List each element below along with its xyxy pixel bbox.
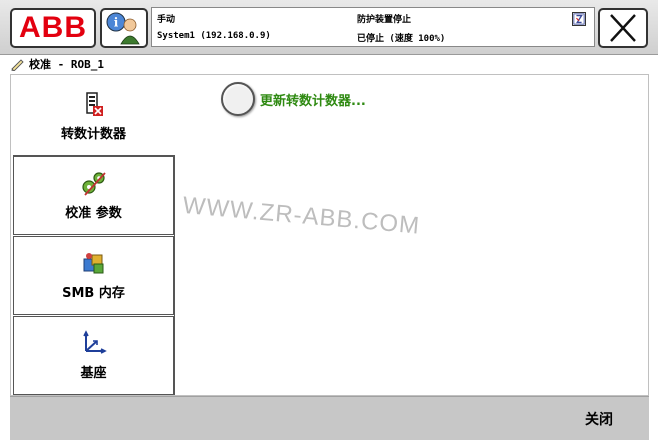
nav-label: 基座 xyxy=(80,366,107,381)
window-title-bar: 校准 - ROB_1 xyxy=(10,55,650,72)
status-panel[interactable]: 手动 System1 (192.168.0.9) 防护装置停止 已停止 (速度 … xyxy=(151,7,595,47)
abb-logo: ABB xyxy=(19,11,87,44)
nav-item-base[interactable]: 基座 xyxy=(13,316,174,395)
bottom-command-bar: 关闭 xyxy=(10,396,649,440)
calibration-gears-icon xyxy=(81,172,106,196)
system-name: System1 (192.168.0.9) xyxy=(157,31,271,41)
nav-divider xyxy=(174,155,175,395)
nav-item-calibration-parameters[interactable]: 校准 参数 xyxy=(13,156,174,235)
user-info-icon: i xyxy=(106,12,140,45)
nav-item-revolution-counters[interactable]: 转数计数器 xyxy=(13,77,174,156)
nav-label: 转数计数器 xyxy=(60,126,126,142)
window-title: 校准 - ROB_1 xyxy=(29,57,104,71)
quickset-info-button[interactable]: i xyxy=(100,8,148,48)
nav-label: SMB 内存 xyxy=(62,286,125,301)
window-close-button[interactable] xyxy=(598,8,648,48)
close-button[interactable]: 关闭 xyxy=(585,409,613,429)
busy-circle-icon xyxy=(221,82,255,116)
calibration-pencil-icon xyxy=(11,58,24,71)
motor-state-icon xyxy=(572,12,586,26)
close-icon xyxy=(610,14,636,42)
safety-status: 防护装置停止 xyxy=(357,15,412,25)
svg-text:i: i xyxy=(114,16,119,30)
nav-label: 校准 参数 xyxy=(65,206,122,221)
base-frame-icon xyxy=(82,330,107,354)
nav-item-smb-memory[interactable]: SMB 内存 xyxy=(13,236,174,315)
operating-mode: 手动 xyxy=(157,15,176,25)
smb-memory-icon xyxy=(83,253,103,274)
abb-menu-button[interactable]: ABB xyxy=(10,8,96,48)
progress-message: 更新转数计数器... xyxy=(260,93,366,109)
controller-state: 已停止 (速度 100%) xyxy=(357,34,446,44)
progress-indicator: 更新转数计数器... xyxy=(221,82,366,116)
top-status-bar: ABB i 手动 System1 (192.168.0.9) 防护装置停止 已停… xyxy=(0,0,658,55)
revolution-counter-icon xyxy=(85,91,103,116)
